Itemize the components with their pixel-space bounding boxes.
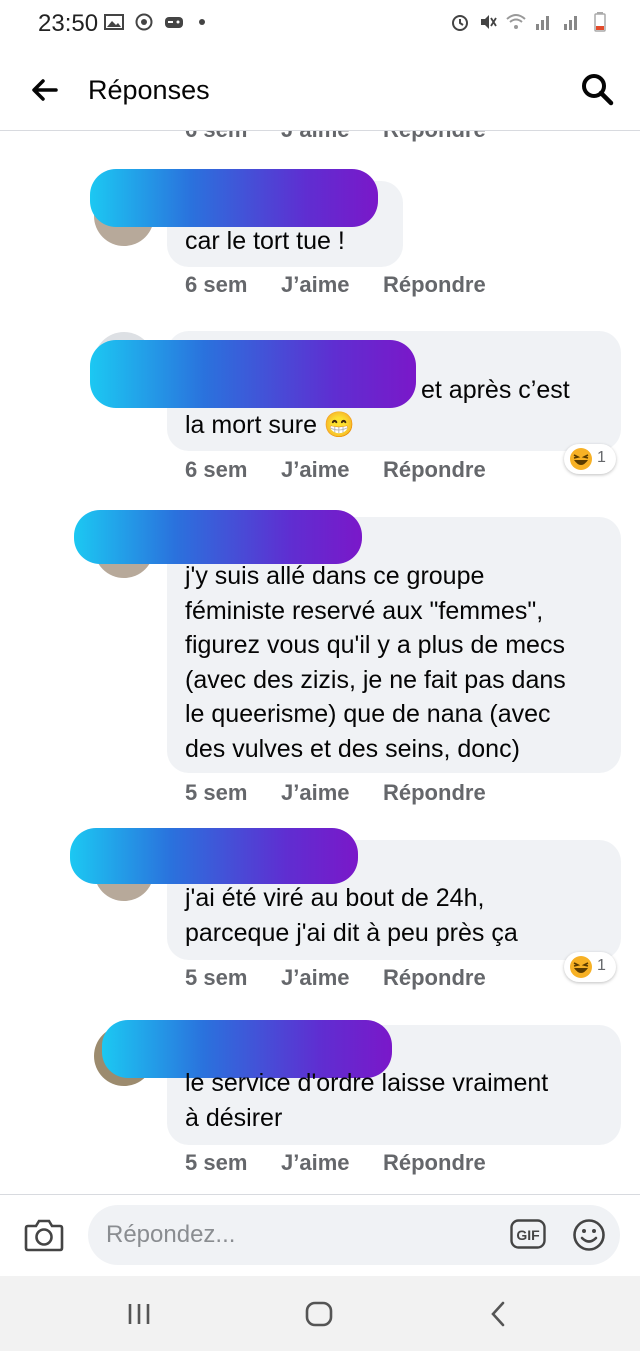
gamepad-icon <box>165 17 183 28</box>
recent-apps-icon[interactable] <box>122 1300 156 1328</box>
system-navigation-bar <box>0 1276 640 1351</box>
like-link[interactable]: J’aime <box>281 131 350 143</box>
wifi-icon <box>506 14 526 29</box>
comments-feed[interactable]: 6 sem J’aime Répondre car le tort tue ! … <box>0 131 640 1194</box>
comment-time: 6 sem <box>185 131 247 143</box>
like-link[interactable]: J’aime <box>281 1150 350 1176</box>
redacted-author-name <box>70 828 358 884</box>
comment-text: et après c’est la mort sure 😁 <box>185 376 570 439</box>
laughing-emoji-icon <box>570 448 592 470</box>
comment-time: 6 sem <box>185 272 248 297</box>
status-time: 23:50 <box>38 10 99 37</box>
status-bar: 23:50 <box>0 0 640 48</box>
like-link[interactable]: J’aime <box>281 965 350 991</box>
comment-time: 5 sem <box>185 780 248 805</box>
reaction-count: 1 <box>597 449 606 466</box>
redacted-author-name <box>90 169 378 227</box>
reply-link[interactable]: Répondre <box>383 965 486 991</box>
comment-text: j'ai été viré au bout de 24h, parceque j… <box>185 884 518 947</box>
reply-link[interactable]: Répondre <box>383 1150 486 1176</box>
alarm-icon <box>452 15 468 31</box>
reply-input[interactable]: Répondez... GIF <box>88 1205 620 1265</box>
reply-link[interactable]: Répondre <box>383 272 486 298</box>
app-header: Réponses <box>0 48 640 131</box>
comment-time: 6 sem <box>185 457 248 482</box>
gif-icon[interactable]: GIF <box>510 1219 546 1249</box>
comment-text: j'y suis allé dans ce groupe féministe r… <box>185 562 566 763</box>
reaction-badge[interactable]: 1 <box>564 444 616 474</box>
status-system-icons <box>450 12 610 32</box>
reply-placeholder: Répondez... <box>106 1221 236 1248</box>
reaction-count: 1 <box>597 957 606 974</box>
like-link[interactable]: J’aime <box>281 780 350 806</box>
gallery-icon <box>104 14 124 30</box>
like-link[interactable]: J’aime <box>281 457 350 483</box>
like-link[interactable]: J’aime <box>281 272 350 298</box>
reaction-badge[interactable]: 1 <box>564 952 616 982</box>
reply-link[interactable]: Répondre <box>383 457 486 483</box>
reply-link[interactable]: Répondre <box>383 780 486 806</box>
comment-time: 5 sem <box>185 965 248 990</box>
gif-label: GIF <box>516 1227 540 1243</box>
search-icon[interactable] <box>580 72 614 106</box>
page-title: Réponses <box>88 75 210 105</box>
reply-link[interactable]: Répondre <box>383 131 486 143</box>
mute-icon <box>481 15 497 29</box>
sync-icon <box>135 13 153 31</box>
laughing-emoji-icon <box>570 956 592 978</box>
reply-composer: Répondez... GIF <box>0 1194 640 1277</box>
status-notification-icons <box>104 12 214 32</box>
signal-icon <box>536 16 549 30</box>
back-arrow-icon[interactable] <box>28 74 60 106</box>
comment-text: le service d'ordre laisse vraiment à dés… <box>185 1069 549 1132</box>
camera-icon[interactable] <box>24 1217 64 1253</box>
smiley-icon[interactable] <box>572 1218 606 1252</box>
dot-icon <box>199 19 205 25</box>
signal-2-icon <box>564 16 577 30</box>
back-nav-icon[interactable] <box>482 1300 516 1328</box>
battery-icon <box>594 12 606 32</box>
redacted-author-name <box>74 510 362 564</box>
comment-time: 5 sem <box>185 1150 248 1175</box>
comment-text: car le tort tue ! <box>185 227 345 255</box>
home-icon[interactable] <box>302 1300 336 1328</box>
